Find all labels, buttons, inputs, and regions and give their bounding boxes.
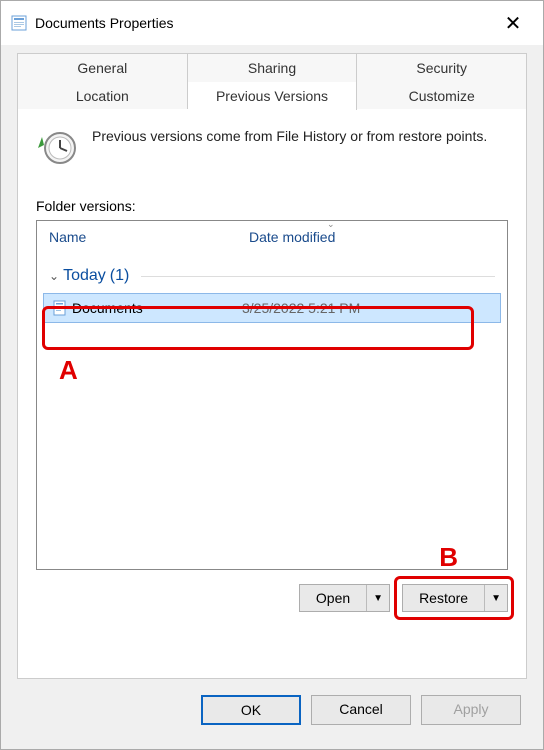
window-title: Documents Properties <box>35 15 174 31</box>
callout-a-label: A <box>59 355 78 386</box>
open-dropdown[interactable]: ▼ <box>366 585 389 611</box>
tab-location[interactable]: Location <box>17 82 188 110</box>
close-icon: ✕ <box>505 11 522 36</box>
restore-dropdown[interactable]: ▼ <box>484 585 507 611</box>
open-button[interactable]: Open ▼ <box>299 584 390 612</box>
history-clock-icon <box>36 127 78 172</box>
tab-general[interactable]: General <box>17 53 188 82</box>
tab-security[interactable]: Security <box>357 53 527 82</box>
group-divider <box>141 276 495 277</box>
ok-button[interactable]: OK <box>201 695 301 725</box>
chevron-down-icon: ⌄ <box>49 269 59 283</box>
dropdown-icon: ▼ <box>373 593 383 604</box>
group-label: Today <box>63 267 106 285</box>
restore-label: Restore <box>403 585 484 611</box>
version-row[interactable]: Documents 3/25/2022 5:21 PM <box>43 293 501 323</box>
action-row: Open ▼ Restore ▼ B <box>36 584 508 612</box>
titlebar: Documents Properties ✕ <box>1 1 543 45</box>
folder-properties-icon <box>11 15 27 31</box>
group-count: (1) <box>110 267 130 285</box>
col-date[interactable]: Date modified <box>249 229 495 245</box>
col-name[interactable]: Name <box>49 229 249 245</box>
apply-button: Apply <box>421 695 521 725</box>
properties-dialog: Documents Properties ✕ General Sharing S… <box>0 0 544 750</box>
group-today[interactable]: ⌄ Today (1) <box>37 253 507 287</box>
version-date: 3/25/2022 5:21 PM <box>242 300 492 316</box>
versions-list[interactable]: Name Date modified ⌄ ⌄ Today (1) <box>36 220 508 570</box>
dialog-buttons: OK Cancel Apply <box>1 679 543 741</box>
version-name: Documents <box>72 300 242 316</box>
close-button[interactable]: ✕ <box>493 9 533 37</box>
document-icon <box>52 300 72 316</box>
restore-button[interactable]: Restore ▼ <box>402 584 508 612</box>
dropdown-icon: ▼ <box>491 593 501 604</box>
cancel-button[interactable]: Cancel <box>311 695 411 725</box>
section-label: Folder versions: <box>36 198 508 214</box>
info-row: Previous versions come from File History… <box>36 127 508 172</box>
tab-sharing[interactable]: Sharing <box>188 53 358 82</box>
tabs: General Sharing Security Location Previo… <box>1 45 543 679</box>
info-text: Previous versions come from File History… <box>92 127 487 146</box>
open-label: Open <box>300 585 366 611</box>
list-header: Name Date modified ⌄ <box>37 221 507 253</box>
tab-content: Previous versions come from File History… <box>17 109 527 679</box>
tab-previous-versions[interactable]: Previous Versions <box>188 82 358 110</box>
callout-b-label: B <box>439 542 458 573</box>
tab-customize[interactable]: Customize <box>357 82 527 110</box>
sort-indicator-icon: ⌄ <box>327 219 335 230</box>
